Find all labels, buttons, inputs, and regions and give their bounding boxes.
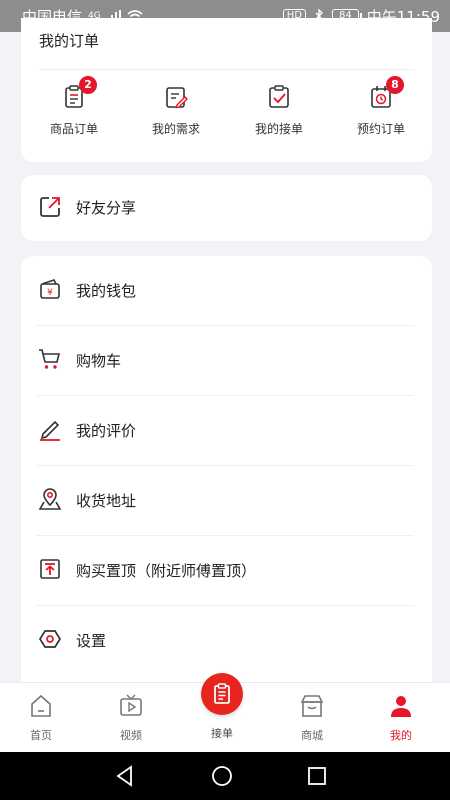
orders-title[interactable]: 我的订单 [39,30,99,51]
order-item-appointment[interactable]: 8 预约订单 [336,76,426,137]
home-nav-icon[interactable] [210,764,234,788]
order-item-label: 我的接单 [254,122,303,136]
tab-label: 接单 [211,727,233,740]
menu-item-settings[interactable]: 设置 [21,606,432,676]
menu-item-label: 我的评价 [76,422,137,440]
order-item-label: 我的需求 [151,122,200,136]
orders-card: 我的订单 2 商品订单 我的需求 我的接单 8 预约订单 [21,18,432,162]
pin-top-icon [40,559,60,579]
tab-bar: 首页 视频 接单 商城 我的 [0,673,450,752]
my-demand-icon [166,87,188,109]
back-icon[interactable] [113,764,137,788]
share-row[interactable]: 好友分享 [21,175,432,241]
menu-item-wallet[interactable]: ¥ 我的钱包 [21,256,432,326]
my-accepted-icon [269,85,289,108]
menu-item-label: 我的钱包 [76,282,137,300]
badge-count: 8 [386,76,404,94]
menu-item-label: 收货地址 [76,492,137,510]
order-item-product[interactable]: 2 商品订单 [29,76,119,137]
menu-card: ¥ 我的钱包 购物车 我的评价 收货地址 购买置顶（附近师傅置顶） 设置 [21,256,432,696]
tab-store[interactable]: 商城 [282,693,342,743]
menu-item-address[interactable]: 收货地址 [21,466,432,536]
svg-text:¥: ¥ [47,288,53,298]
tab-home[interactable]: 首页 [11,693,71,743]
tab-video[interactable]: 视频 [101,693,161,743]
menu-item-label: 购买置顶（附近师傅置顶） [76,562,257,580]
tab-label: 视频 [120,729,142,742]
tab-label: 我的 [390,729,412,742]
badge-count: 2 [79,76,97,94]
tab-label: 首页 [30,729,52,742]
order-item-accepted[interactable]: 我的接单 [234,84,324,137]
settings-icon [38,630,62,648]
profile-icon [391,696,411,717]
wallet-icon: ¥ [40,279,60,299]
tab-label: 商城 [301,729,323,742]
order-item-label: 商品订单 [49,122,98,136]
accept-order-icon [214,683,230,704]
cart-icon [39,349,61,369]
menu-item-pin-top[interactable]: 购买置顶（附近师傅置顶） [21,536,432,606]
pen-icon [40,420,60,441]
home-icon [31,694,51,717]
accept-order-button[interactable] [201,673,243,715]
location-icon [38,488,62,510]
tab-profile[interactable]: 我的 [371,693,431,743]
order-item-label: 预约订单 [356,122,405,136]
menu-item-label: 购物车 [76,352,122,370]
share-icon [40,197,60,217]
menu-item-cart[interactable]: 购物车 [21,326,432,396]
menu-item-reviews[interactable]: 我的评价 [21,396,432,466]
divider [39,69,414,70]
menu-item-label: 设置 [76,632,107,650]
system-nav-bar [0,752,450,800]
recents-icon[interactable] [305,764,329,788]
share-label: 好友分享 [76,199,137,217]
video-icon [120,694,142,716]
store-icon [300,695,324,717]
order-item-demand[interactable]: 我的需求 [131,84,221,137]
